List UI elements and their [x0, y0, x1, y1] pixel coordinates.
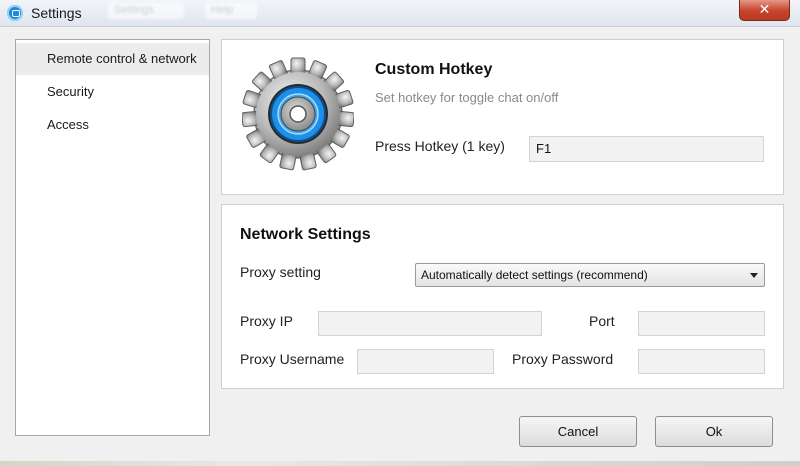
menu-ghost-help: Help [205, 3, 257, 19]
port-input[interactable] [638, 311, 765, 336]
menu-ghost-settings: Settings [108, 3, 184, 19]
custom-hotkey-title: Custom Hotkey [375, 61, 493, 78]
window-bottom-edge [0, 461, 800, 466]
gear-icon [242, 57, 354, 171]
proxy-ip-label: Proxy IP [240, 313, 293, 329]
proxy-ip-input[interactable] [318, 311, 542, 336]
proxy-setting-select[interactable]: Automatically detect settings (recommend… [415, 263, 765, 287]
close-button[interactable]: ✕ [739, 0, 790, 21]
sidebar-item-remote-control-network[interactable]: Remote control & network [16, 43, 209, 75]
chevron-down-icon [750, 273, 758, 278]
proxy-setting-label: Proxy setting [240, 264, 321, 280]
settings-window: Settings Settings Help ✕ Remote control … [0, 0, 800, 466]
title-bar[interactable]: Settings Settings Help ✕ [0, 0, 800, 27]
port-label: Port [589, 313, 615, 329]
sidebar-item-access[interactable]: Access [16, 108, 209, 141]
sidebar-item-security[interactable]: Security [16, 75, 209, 108]
proxy-username-input[interactable] [357, 349, 494, 374]
custom-hotkey-subtitle: Set hotkey for toggle chat on/off [375, 90, 559, 105]
network-settings-panel: Network Settings Proxy setting Automatic… [221, 204, 784, 389]
proxy-username-label: Proxy Username [240, 351, 345, 367]
app-icon [7, 5, 23, 21]
network-settings-title: Network Settings [240, 226, 371, 243]
close-icon: ✕ [758, 1, 771, 17]
hotkey-input[interactable]: F1 [529, 136, 764, 162]
window-title: Settings [31, 5, 82, 21]
custom-hotkey-panel: Custom Hotkey Set hotkey for toggle chat… [221, 39, 784, 195]
proxy-password-label: Proxy Password [512, 351, 614, 367]
cancel-button[interactable]: Cancel [519, 416, 637, 447]
proxy-password-input[interactable] [638, 349, 765, 374]
sidebar: Remote control & network Security Access [15, 39, 210, 436]
proxy-setting-value: Automatically detect settings (recommend… [421, 268, 648, 282]
ok-button[interactable]: Ok [655, 416, 773, 447]
press-hotkey-label: Press Hotkey (1 key) [375, 138, 505, 154]
